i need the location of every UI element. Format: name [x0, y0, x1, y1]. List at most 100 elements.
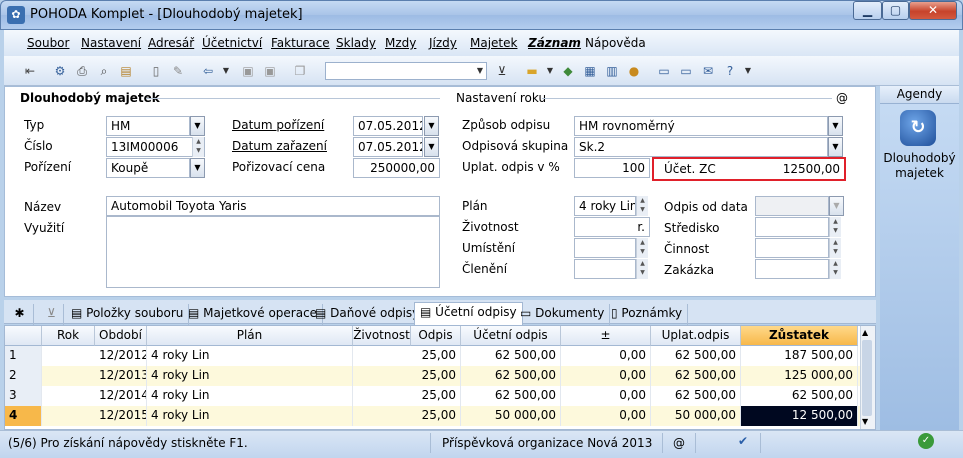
print-preview-icon[interactable]: ⌕	[96, 63, 112, 79]
maximize-button[interactable]: ▢	[882, 1, 909, 20]
cleneni-field[interactable]	[574, 259, 636, 279]
column-header[interactable]: ±	[561, 326, 651, 346]
cislo-spinner-icon[interactable]: ▲ ▼	[192, 137, 204, 157]
cell-odpis-pct[interactable]: 25,00	[411, 386, 461, 406]
cell-plus-minus[interactable]: 0,00	[561, 366, 651, 386]
menu-napoveda[interactable]: Nápověda	[585, 36, 646, 50]
porizeni-field[interactable]: Koupě	[106, 158, 190, 178]
scroll-down-icon[interactable]: ▼	[862, 417, 868, 426]
minimize-button[interactable]: ▁	[853, 1, 882, 20]
money-icon[interactable]: ◆	[560, 63, 576, 79]
cell-odpis-pct[interactable]: 25,00	[411, 406, 461, 426]
cell-plan[interactable]: 4 roky Lin	[147, 366, 353, 386]
chevron-down-icon[interactable]: ▼	[828, 137, 843, 157]
checkmark-icon[interactable]: ✔	[738, 434, 748, 448]
cinnost-field[interactable]	[755, 238, 829, 258]
zakazka-picker-icon[interactable]: ▲ ▼	[829, 259, 841, 279]
cell-plus-minus[interactable]: 0,00	[561, 346, 651, 366]
menu-soubor[interactable]: Soubor	[27, 36, 69, 50]
cell-plan[interactable]: 4 roky Lin	[147, 386, 353, 406]
column-header[interactable]: Plán	[147, 326, 353, 346]
cell-ucetni-odpis[interactable]: 62 500,00	[461, 346, 561, 366]
zakazka-field[interactable]	[755, 259, 829, 279]
card-icon[interactable]: ▭	[678, 63, 694, 79]
filter-combo-arrow-icon[interactable]: ▼	[472, 63, 488, 79]
cell-uplat-odpis[interactable]: 50 000,00	[651, 406, 741, 426]
column-header[interactable]: Odpis %/	[411, 326, 461, 361]
asset-agenda-icon[interactable]: ↻	[900, 110, 936, 146]
zivotnost-field[interactable]: r.	[574, 217, 650, 237]
scroll-thumb[interactable]	[862, 340, 872, 416]
chevron-down-icon[interactable]: ▼	[829, 196, 844, 216]
cislo-field[interactable]: 13IM00006	[106, 137, 205, 157]
calendar-dropdown-icon[interactable]: ▼	[424, 116, 439, 136]
vyuziti-field[interactable]	[106, 216, 440, 288]
menu-sklady[interactable]: Sklady	[336, 36, 376, 50]
column-header[interactable]: Životnost	[353, 326, 411, 346]
status-at-icon[interactable]: @	[673, 436, 685, 450]
folder-dropdown-icon[interactable]: ▼	[542, 63, 558, 79]
plan-field[interactable]: 4 roky Lin	[574, 196, 636, 216]
message-icon[interactable]: ✉	[700, 63, 716, 79]
filter-tab-icon[interactable]: ⊻	[40, 304, 64, 325]
cell-zustatek[interactable]: 187 500,00	[741, 346, 858, 366]
table-icon[interactable]: ▦	[582, 63, 598, 79]
plan-picker-icon[interactable]: ▲ ▼	[636, 196, 648, 216]
skupina-field[interactable]: Sk.2	[574, 137, 828, 157]
settings-icon[interactable]: ⚙	[52, 63, 68, 79]
column-header[interactable]: Účetní odpis	[461, 326, 561, 346]
odpis-od-data-field[interactable]	[755, 196, 829, 216]
menu-mzdy[interactable]: Mzdy	[385, 36, 416, 50]
cell-plan[interactable]: 4 roky Lin	[147, 346, 353, 366]
exit-icon[interactable]: ⇤	[22, 63, 38, 79]
nazev-field[interactable]: Automobil Toyota Yaris	[106, 196, 440, 216]
datum-zarazeni-field[interactable]: 07.05.2012	[353, 137, 423, 157]
porizovaci-cena-field[interactable]: 250000,00	[353, 158, 440, 178]
tab-poznamky[interactable]: ▯ Poznámky	[606, 304, 689, 325]
column-header[interactable]: Období	[95, 326, 147, 346]
help-icon[interactable]: ?	[722, 63, 738, 79]
edit-icon[interactable]: ✎	[170, 63, 186, 79]
print-icon[interactable]: ⎙	[74, 63, 90, 79]
menu-jizdy[interactable]: Jízdy	[429, 36, 457, 50]
copy-icon[interactable]: ❐	[292, 63, 308, 79]
column-header-sorted[interactable]: Zůstatek	[741, 326, 858, 346]
menu-ucetnictvi[interactable]: Účetnictví	[202, 36, 262, 50]
coins-icon[interactable]: ●	[626, 63, 642, 79]
chevron-down-icon[interactable]: ▼	[190, 116, 205, 136]
cell-plus-minus[interactable]: 0,00	[561, 386, 651, 406]
cell-odpis-pct[interactable]: 25,00	[411, 366, 461, 386]
cell-obdobi[interactable]: 12/2015	[95, 406, 147, 426]
folder-icon[interactable]: ▬	[524, 63, 540, 79]
tab-ucetni-odpisy[interactable]: ▤ Účetní odpisy	[414, 302, 523, 325]
stredisko-field[interactable]	[755, 217, 829, 237]
menu-nastaveni[interactable]: Nastavení	[81, 36, 141, 50]
note-icon[interactable]: ▭	[656, 63, 672, 79]
umisteni-field[interactable]	[574, 238, 636, 258]
new-record-icon[interactable]: ▯	[148, 63, 164, 79]
column-header[interactable]: Rok	[42, 326, 95, 346]
back-dropdown-icon[interactable]: ▼	[218, 63, 234, 79]
asterisk-icon[interactable]: ✱	[6, 304, 34, 325]
menu-zaznam[interactable]: Záznam	[528, 36, 581, 50]
filter-combo[interactable]	[325, 62, 487, 80]
back-icon[interactable]: ⇦	[200, 63, 216, 79]
cell-uplat-odpis[interactable]: 62 500,00	[651, 386, 741, 406]
chevron-down-icon[interactable]: ▼	[828, 116, 843, 136]
cell-uplat-odpis[interactable]: 62 500,00	[651, 366, 741, 386]
zpusob-field[interactable]: HM rovnoměrný	[574, 116, 828, 136]
tab-dokumenty[interactable]: ▭ Dokumenty	[515, 304, 611, 325]
menu-majetek[interactable]: Majetek	[470, 36, 517, 50]
stredisko-picker-icon[interactable]: ▲ ▼	[829, 217, 841, 237]
agenda-item-label[interactable]: Dlouhodobý majetek	[882, 151, 957, 181]
scroll-up-icon[interactable]: ▲	[862, 328, 868, 337]
ucet-zc-value[interactable]: 12500,00	[740, 162, 840, 176]
cell-plus-minus[interactable]: 0,00	[561, 406, 651, 426]
calculator-icon[interactable]: ▥	[604, 63, 620, 79]
close-button[interactable]: ✕	[909, 1, 957, 20]
cell-ucetni-odpis[interactable]: 62 500,00	[461, 366, 561, 386]
menu-adresar[interactable]: Adresář	[148, 36, 194, 50]
filter-icon[interactable]: ⊻	[494, 63, 510, 79]
cell-ucetni-odpis[interactable]: 62 500,00	[461, 386, 561, 406]
at-icon[interactable]: @	[836, 91, 848, 105]
